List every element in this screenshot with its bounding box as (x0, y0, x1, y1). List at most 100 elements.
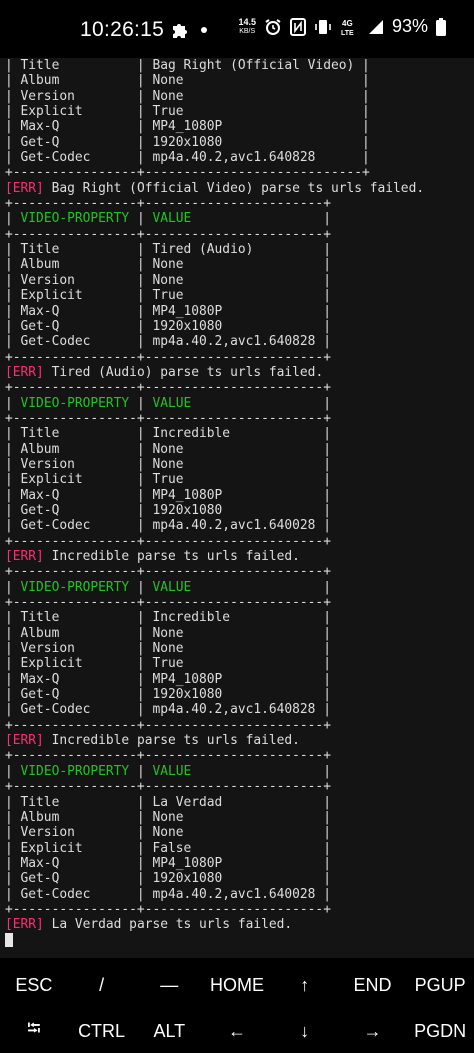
terminal-line: | Title | Incredible | (5, 426, 331, 442)
terminal-line: | Max-Q | MP4_1080P | (5, 855, 331, 871)
table-header-cell: VIDEO-PROPERTY (20, 763, 130, 779)
error-message: Tired (Audio) parse ts urls failed. (43, 364, 324, 380)
battery-icon (436, 17, 446, 36)
terminal-line: +----------------+----------------------… (5, 533, 331, 549)
error-line: [ERR] Incredible parse ts urls failed. (5, 733, 424, 748)
terminal-line: | Get-Q | 1920x1080 | (5, 134, 370, 150)
vibrate-icon (314, 18, 332, 36)
key-right[interactable]: → (339, 1014, 407, 1048)
terminal-line: | Title | Incredible | (5, 610, 331, 626)
table-header-line: | VIDEO-PROPERTY | VALUE | (5, 395, 331, 411)
terminal-line: +----------------+----------------------… (5, 196, 331, 212)
error-tag: [ERR] (5, 180, 44, 196)
terminal-line: | Title | Tired (Audio) | (5, 242, 331, 258)
terminal-line: | Get-Codec | mp4a.40.2,avc1.640028 | (5, 886, 331, 902)
terminal-line: | Album | None | (5, 625, 331, 641)
terminal-line: | Explicit | True | (5, 104, 370, 120)
cursor-line (5, 932, 424, 949)
terminal-line: | Max-Q | MP4_1080P | (5, 671, 331, 687)
status-bar: 10:26:15 14.5 KB/S 4G LTE 93% (0, 0, 474, 58)
error-tag: [ERR] (5, 733, 44, 749)
terminal-line: | Version | None | (5, 825, 331, 841)
terminal-line: +----------------+----------------------… (5, 349, 331, 365)
terminal-line: | Max-Q | MP4_1080P | (5, 487, 331, 503)
table-header-cell: VALUE (152, 763, 192, 779)
error-message: Incredible parse ts urls failed. (43, 549, 300, 564)
svg-text:LTE: LTE (341, 30, 354, 36)
terminal-line: | Album | None | (5, 73, 370, 89)
key-left[interactable]: ← (203, 1014, 271, 1048)
terminal-line: +----------------+----------------------… (5, 717, 331, 733)
key-up[interactable]: ↑ (271, 968, 339, 1002)
terminal-line: | Explicit | True | (5, 288, 331, 304)
terminal-line: | Explicit | True | (5, 656, 331, 672)
error-tag: [ERR] (5, 917, 44, 933)
key-esc[interactable]: ESC (0, 968, 68, 1002)
terminal-line: +----------------+----------------------… (5, 380, 331, 396)
status-time: 10:26:15 (80, 18, 165, 41)
extra-keys-row-1: ESC / — HOME ↑ END PGUP (0, 968, 474, 1002)
table-header-cell: VALUE (152, 395, 192, 411)
table-header-line: | VIDEO-PROPERTY | VALUE | (5, 211, 331, 227)
error-line: [ERR] Incredible parse ts urls failed. (5, 549, 424, 564)
table-header-line: | VIDEO-PROPERTY | VALUE | (5, 579, 331, 595)
error-line: [ERR] Bag Right (Official Video) parse t… (5, 181, 424, 196)
key-tab[interactable]: ⭾ (0, 1014, 68, 1048)
terminal-line: | Album | None | (5, 441, 331, 457)
terminal-line: | Get-Codec | mp4a.40.2,avc1.640828 | (5, 702, 331, 718)
terminal-line: +----------------+----------------------… (5, 165, 370, 181)
key-pgup[interactable]: PGUP (406, 968, 474, 1002)
key-pgdn[interactable]: PGDN (406, 1014, 474, 1048)
key-end[interactable]: END (339, 968, 407, 1002)
dot-icon (200, 26, 208, 34)
error-line: [ERR] Tired (Audio) parse ts urls failed… (5, 365, 424, 380)
terminal-line: | Album | None | (5, 257, 331, 273)
key-ctrl[interactable]: CTRL (68, 1014, 136, 1048)
terminal-line: | Get-Q | 1920x1080 | (5, 871, 331, 887)
error-line: [ERR] La Verdad parse ts urls failed. (5, 917, 424, 932)
puzzle-icon (170, 20, 190, 40)
key-down[interactable]: ↓ (271, 1014, 339, 1048)
error-tag: [ERR] (5, 364, 44, 380)
terminal-line: | Title | Bag Right (Official Video) | (5, 58, 370, 73)
terminal-line: | Get-Codec | mp4a.40.2,avc1.640828 | (5, 150, 370, 166)
terminal-line: +----------------+----------------------… (5, 901, 331, 917)
error-message: La Verdad parse ts urls failed. (43, 917, 293, 933)
terminal-line: | Title | La Verdad | (5, 794, 331, 810)
terminal-line: | Get-Codec | mp4a.40.2,avc1.640828 | (5, 334, 331, 350)
key-alt[interactable]: ALT (135, 1014, 203, 1048)
terminal-output: | Title | Bag Right (Official Video) | | … (5, 58, 424, 949)
table-header-cell: VIDEO-PROPERTY (20, 211, 130, 227)
network-type-icon: 4G LTE (340, 18, 360, 36)
table-header-cell: VIDEO-PROPERTY (20, 579, 130, 595)
terminal-line: | Get-Q | 1920x1080 | (5, 687, 331, 703)
battery-percent: 93% (391, 16, 428, 36)
terminal-line: +----------------+----------------------… (5, 595, 331, 611)
signal-icon (368, 19, 384, 35)
terminal-line: | Version | None | (5, 456, 331, 472)
extra-keys-row-2: ⭾ CTRL ALT ← ↓ → PGDN (0, 1014, 474, 1048)
error-message: Incredible parse ts urls failed. (43, 733, 300, 749)
key-home[interactable]: HOME (203, 968, 271, 1002)
terminal-line: +----------------+----------------------… (5, 564, 331, 580)
alarm-icon (264, 18, 282, 36)
terminal-line: | Max-Q | MP4_1080P | (5, 303, 331, 319)
nfc-icon (289, 17, 306, 36)
terminal-line: | Version | None | (5, 272, 331, 288)
net-speed: 14.5 KB/S (238, 16, 256, 35)
table-header-line: | VIDEO-PROPERTY | VALUE | (5, 763, 331, 779)
terminal-line: | Get-Q | 1920x1080 | (5, 502, 331, 518)
svg-text:4G: 4G (342, 19, 353, 28)
terminal-line: | Explicit | False | (5, 840, 331, 856)
terminal-line: | Album | None | (5, 809, 331, 825)
table-header-cell: VALUE (152, 211, 192, 227)
terminal-view[interactable]: | Title | Bag Right (Official Video) | | … (0, 58, 474, 958)
key-slash[interactable]: / (68, 968, 136, 1002)
extra-keys-bar: ESC / — HOME ↑ END PGUP ⭾ CTRL ALT ← ↓ → PGDN (0, 958, 474, 1053)
terminal-line: | Version | None | (5, 88, 370, 104)
terminal-line: +----------------+----------------------… (5, 748, 331, 764)
terminal-line: | Max-Q | MP4_1080P | (5, 119, 370, 135)
terminal-line: | Version | None | (5, 641, 331, 657)
key-dash[interactable]: — (135, 968, 203, 1002)
terminal-line: +----------------+----------------------… (5, 226, 331, 242)
